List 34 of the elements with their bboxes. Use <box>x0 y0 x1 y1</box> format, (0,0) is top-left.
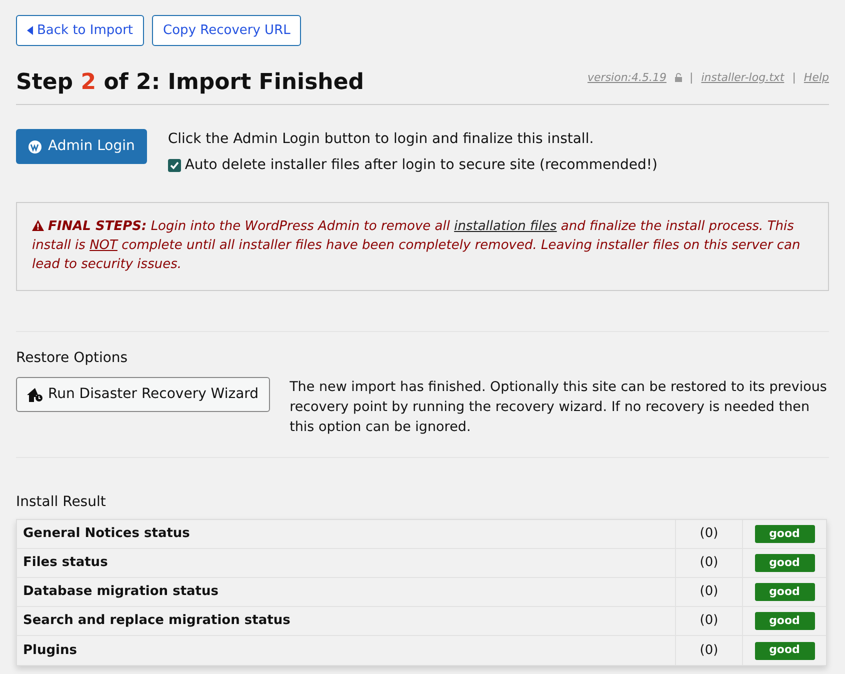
restore-options-title: Restore Options <box>16 349 129 368</box>
status-name-cell-text: General Notices status <box>22 525 191 544</box>
auto-delete-checkbox[interactable] <box>168 159 181 172</box>
separator: | <box>792 70 796 86</box>
copy-url-button[interactable]: Copy Recovery URL <box>152 15 302 46</box>
status-name-cell-text: Database migration status <box>22 583 220 602</box>
house-icon <box>27 388 43 402</box>
install-result-title: Install Result <box>16 493 107 512</box>
auto-delete-label: Auto delete installer files after login to secure site (recommended!) <box>184 156 658 175</box>
lock-icon <box>674 73 682 82</box>
caret-left-icon <box>27 26 33 35</box>
admin-login-hint: Click the Admin Login button to login and finalize this install. <box>168 130 595 149</box>
restore-description: The new import has finished. Optionally this site can be restored to its previous recovery point by running the recovery wizard. If no recovery is needed then this option can be ignored. <box>290 378 828 437</box>
status-badge: good <box>754 554 814 572</box>
status-name-cell-text: Plugins <box>22 642 78 660</box>
count-cell: (0) <box>675 607 742 635</box>
status-name-cell-text: Files status <box>22 554 109 572</box>
status-badge: good <box>754 642 814 660</box>
warning-icon <box>32 220 44 231</box>
count-cell: (0) <box>675 578 742 606</box>
count-cell: (0) <box>675 636 742 665</box>
status-badge: good <box>754 612 814 630</box>
final-steps-text: FINAL STEPS: Login into the WordPress Admin to remove all installation files and finalize the install process. This install is NOT complete until all installer files have been completely removed. Leaving installer files on this server can lead to security issues. <box>32 218 802 274</box>
count-cell: (0) <box>675 520 742 548</box>
status-name-cell-text: Search and replace migration status <box>22 612 292 630</box>
status-badge: good <box>754 583 814 601</box>
back-button[interactable]: Back to Import <box>16 15 144 46</box>
installation-files-link[interactable]: installation files <box>454 219 557 234</box>
separator: | <box>690 70 694 86</box>
status-badge: good <box>754 525 814 543</box>
count-cell: (0) <box>675 549 742 577</box>
page-title: Step 2 of 2: Import Finished <box>16 69 364 97</box>
admin-login-button[interactable]: Admin Login <box>16 129 147 164</box>
disaster-recovery-button[interactable]: Run Disaster Recovery Wizard <box>16 377 270 412</box>
